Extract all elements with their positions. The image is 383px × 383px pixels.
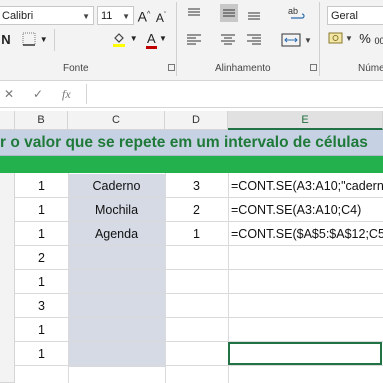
- cell-d[interactable]: 2: [165, 198, 228, 222]
- enter-icon[interactable]: ✓: [33, 87, 43, 101]
- font-name-value: Calibri: [2, 10, 34, 22]
- column-header-e[interactable]: E: [228, 111, 383, 130]
- cell-b[interactable]: 1: [15, 342, 68, 366]
- cell-b[interactable]: 1: [15, 222, 68, 246]
- font-size-select[interactable]: 11 ▼: [97, 6, 134, 25]
- separator: [54, 29, 55, 51]
- align-right-icon: [247, 34, 261, 45]
- font-size-value: 11: [101, 10, 113, 22]
- font-dialog-launcher-icon[interactable]: [168, 64, 175, 71]
- cell-b[interactable]: 1: [15, 198, 68, 222]
- accounting-format-button[interactable]: ▼: [326, 30, 356, 50]
- ribbon: Calibri ▼ 11 ▼ A^ Aˇ N ▼ ▼ A ▼ Fonte ab …: [0, 0, 383, 81]
- cell-c[interactable]: Caderno: [68, 174, 165, 198]
- merge-cells-icon: ▼: [281, 33, 312, 47]
- align-top-icon: [188, 8, 200, 16]
- percent-style-button[interactable]: %: [359, 31, 371, 47]
- cell-c[interactable]: Agenda: [68, 222, 165, 246]
- paint-bucket-icon: [113, 33, 126, 47]
- cell-d[interactable]: 1: [165, 222, 228, 246]
- align-bottom-button[interactable]: [246, 6, 262, 22]
- chevron-down-icon: ▼: [122, 12, 130, 21]
- cell-b[interactable]: 2: [15, 246, 68, 270]
- font-name-select[interactable]: Calibri ▼: [0, 6, 94, 25]
- chevron-down-icon: ▼: [39, 35, 48, 44]
- cell-e[interactable]: =CONT.SE(A3:A10;"caderno"): [231, 174, 383, 198]
- cell-e[interactable]: =CONT.SE($A$5:$A$12;C5): [231, 222, 383, 246]
- align-left-icon: [187, 34, 201, 45]
- active-cell[interactable]: [228, 342, 382, 365]
- group-separator: [176, 2, 177, 76]
- grid-line: [15, 293, 383, 294]
- group-label-number: Núme: [358, 63, 383, 74]
- formula-bar: ✕ ✓ fx: [0, 82, 383, 108]
- alignment-dialog-launcher-icon[interactable]: [310, 64, 317, 71]
- green-band-row[interactable]: [0, 156, 383, 173]
- chevron-down-icon: ▼: [129, 34, 138, 43]
- comma-style-button[interactable]: 000: [372, 33, 383, 49]
- row-headers[interactable]: [0, 173, 15, 383]
- borders-icon: [22, 32, 36, 46]
- cell-b[interactable]: 1: [15, 174, 68, 198]
- column-header-b[interactable]: B: [15, 111, 68, 130]
- cell-c[interactable]: Mochila: [68, 198, 165, 222]
- cell-b[interactable]: 1: [15, 270, 68, 294]
- group-separator: [319, 2, 320, 76]
- number-format-select[interactable]: Geral: [327, 6, 383, 25]
- svg-text:▼: ▼: [304, 36, 312, 45]
- align-center-button[interactable]: [220, 32, 236, 48]
- borders-button[interactable]: ▼: [22, 32, 48, 50]
- cancel-icon[interactable]: ✕: [4, 87, 14, 101]
- font-color-button[interactable]: A ▼: [143, 31, 171, 49]
- column-header-c[interactable]: C: [68, 111, 165, 130]
- title-row: r o valor que se repete em um intervalo …: [0, 130, 383, 156]
- wrap-text-button[interactable]: ab: [287, 5, 309, 23]
- grow-font-button[interactable]: A^: [137, 7, 151, 25]
- cell-d[interactable]: 3: [165, 174, 228, 198]
- merge-center-button[interactable]: ▼: [280, 32, 314, 48]
- font-color-letter: A: [147, 31, 156, 46]
- column-header-a[interactable]: [0, 111, 15, 130]
- grid-line: [15, 269, 383, 270]
- chevron-down-icon: ▼: [82, 12, 90, 21]
- fill-color-button[interactable]: ▼: [110, 31, 140, 51]
- align-center-icon: [221, 34, 235, 45]
- sheet-title[interactable]: r o valor que se repete em um intervalo …: [0, 130, 368, 155]
- cell-e[interactable]: =CONT.SE(A3:A10;C4): [231, 198, 361, 222]
- bold-button[interactable]: N: [0, 32, 12, 48]
- cell-b[interactable]: 3: [15, 294, 68, 318]
- align-bottom-icon: [248, 12, 260, 20]
- chevron-down-icon: ▼: [159, 34, 167, 43]
- align-middle-button[interactable]: [220, 4, 238, 22]
- align-left-button[interactable]: [186, 32, 202, 48]
- svg-text:ab: ab: [288, 6, 298, 16]
- group-label-alignment: Alinhamento: [215, 63, 271, 74]
- column-header-d[interactable]: D: [165, 111, 228, 130]
- wrap-text-icon: ab: [288, 6, 305, 19]
- align-right-button[interactable]: [246, 32, 262, 48]
- number-format-value: Geral: [331, 10, 358, 22]
- align-middle-icon: [223, 9, 235, 17]
- formula-input[interactable]: [86, 84, 383, 104]
- shrink-font-button[interactable]: Aˇ: [154, 8, 168, 26]
- grid-line: [15, 365, 383, 366]
- align-top-button[interactable]: [186, 6, 202, 22]
- insert-function-button[interactable]: fx: [62, 87, 71, 102]
- grid-line: [15, 317, 383, 318]
- currency-icon: ▼: [328, 32, 353, 44]
- group-label-font: Fonte: [63, 63, 89, 74]
- font-color-swatch: [146, 46, 158, 49]
- cell-b[interactable]: 1: [15, 318, 68, 342]
- svg-text:▼: ▼: [345, 34, 353, 43]
